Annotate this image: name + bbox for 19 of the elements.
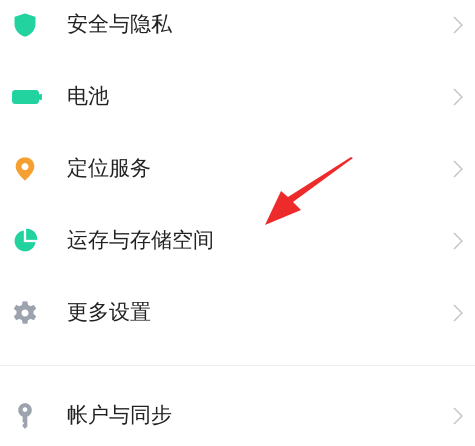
chevron-right-icon: [453, 16, 463, 34]
chevron-right-icon: [453, 160, 463, 178]
item-label: 定位服务: [67, 155, 152, 182]
chevron-right-icon: [453, 407, 463, 425]
settings-item[interactable]: 更多设置: [0, 277, 475, 349]
chevron-right-icon: [453, 304, 463, 322]
item-label: 帐户与同步: [67, 402, 173, 430]
settings-item[interactable]: 定位服务: [0, 133, 475, 205]
settings-item[interactable]: 帐户与同步: [0, 380, 475, 446]
settings-item[interactable]: 运存与存储空间: [0, 205, 475, 277]
item-label: 运存与存储空间: [67, 227, 215, 254]
chevron-right-icon: [453, 88, 463, 106]
chevron-right-icon: [453, 232, 463, 250]
item-label: 电池: [67, 83, 110, 110]
settings-item[interactable]: 电池: [0, 61, 475, 133]
item-label: 更多设置: [67, 299, 152, 326]
settings-item[interactable]: 安全与隐私: [0, 0, 475, 61]
battery-icon: [11, 87, 43, 107]
item-label: 安全与隐私: [67, 11, 173, 38]
